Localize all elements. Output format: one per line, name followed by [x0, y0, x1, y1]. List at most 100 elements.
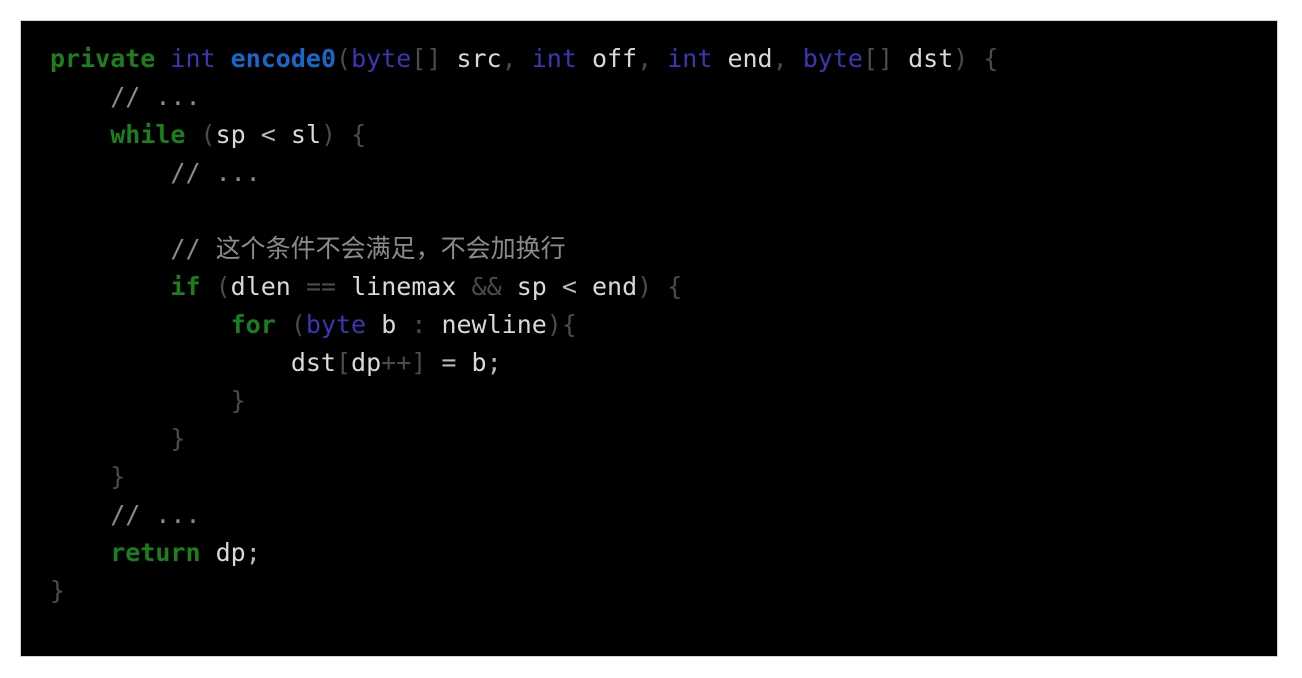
code-line: } — [21, 572, 1277, 610]
code-token-type: int — [170, 44, 216, 73]
code-token-punc: ) — [953, 44, 969, 73]
code-token-punc: , — [637, 44, 653, 73]
code-token-ws — [50, 462, 110, 491]
code-token-ws — [577, 44, 592, 73]
code-block: private int encode0(byte[] src, int off,… — [20, 20, 1278, 657]
code-token-id: dp — [215, 538, 246, 567]
code-token-op2: < — [260, 120, 276, 149]
code-token-ws — [50, 386, 231, 415]
code-token-id: sl — [290, 120, 322, 149]
code-token-ws — [788, 44, 803, 73]
code-token-id: dst — [290, 348, 336, 377]
code-token-id: dlen — [230, 272, 291, 301]
code-line: } — [21, 382, 1277, 420]
code-token-id: dp — [351, 348, 382, 377]
code-token-op2: ; — [245, 538, 261, 567]
code-token-punc: ) — [546, 310, 562, 339]
code-token-brace: { — [351, 120, 367, 149]
code-token-ws — [968, 44, 983, 73]
code-token-op2: < — [561, 272, 577, 301]
code-token-id: b — [471, 348, 487, 377]
code-line: while (sp < sl) { — [21, 116, 1277, 154]
code-token-punc: [ — [335, 348, 352, 377]
code-line: return dp; — [21, 534, 1277, 572]
code-token-brace: } — [50, 576, 66, 605]
code-token-kw: return — [110, 538, 201, 567]
code-token-kw: while — [110, 120, 186, 149]
code-line: private int encode0(byte[] src, int off,… — [21, 40, 1277, 78]
code-token-id: newline — [441, 310, 547, 339]
code-token-id: end — [727, 44, 773, 73]
code-token-ws — [201, 538, 216, 567]
code-token-id: src — [456, 44, 502, 73]
code-token-punc: ( — [200, 120, 216, 149]
code-line: for (byte b : newline){ — [21, 306, 1277, 344]
code-line: dst[dp++] = b; — [21, 344, 1277, 382]
code-token-ws — [426, 348, 441, 377]
code-token-ws — [652, 272, 667, 301]
code-token-id: sp — [215, 120, 246, 149]
code-token-fn: encode0 — [230, 44, 336, 73]
code-token-brace: { — [561, 310, 577, 339]
code-token-ws — [276, 310, 291, 339]
code-token-ws — [517, 44, 532, 73]
code-token-ws — [276, 120, 291, 149]
code-token-op2: ; — [486, 348, 502, 377]
code-token-punc: [] — [411, 44, 442, 73]
code-token-ws — [426, 310, 441, 339]
code-token-brace: } — [230, 386, 246, 415]
code-token-op: && — [471, 272, 502, 301]
code-token-punc: ( — [336, 44, 352, 73]
code-line: if (dlen == linemax && sp < end) { — [21, 268, 1277, 306]
code-token-op: ++ — [381, 348, 412, 377]
code-token-punc: , — [501, 44, 517, 73]
code-token-ws — [50, 120, 110, 149]
code-token-kw: for — [230, 310, 276, 339]
code-token-brace: { — [667, 272, 683, 301]
code-token-brace: } — [170, 424, 186, 453]
code-token-ws — [652, 44, 667, 73]
code-token-ws — [366, 310, 381, 339]
code-token-ws — [502, 272, 517, 301]
code-token-ws — [216, 44, 231, 73]
code-line: // ... — [21, 154, 1277, 192]
code-listing[interactable]: private int encode0(byte[] src, int off,… — [21, 40, 1277, 610]
code-token-id: off — [591, 44, 638, 73]
code-token-cmt: // ... — [110, 500, 201, 529]
code-token-type: byte — [802, 44, 863, 73]
code-token-ws — [577, 272, 592, 301]
code-token-id: b — [381, 310, 397, 339]
code-line: } — [21, 458, 1277, 496]
code-token-ws — [50, 82, 110, 111]
code-token-punc: , — [772, 44, 788, 73]
code-token-ws — [50, 348, 291, 377]
code-token-ws — [50, 538, 110, 567]
code-token-ws — [336, 272, 351, 301]
code-token-ws — [291, 272, 306, 301]
code-token-punc: ) — [637, 272, 653, 301]
code-token-id: end — [592, 272, 638, 301]
code-token-id: sp — [516, 272, 547, 301]
code-token-ws — [50, 234, 170, 263]
code-token-ws — [201, 272, 216, 301]
code-token-ws — [456, 272, 471, 301]
code-token-ws — [155, 44, 170, 73]
code-token-punc: [] — [862, 44, 894, 73]
code-line: // ... — [21, 496, 1277, 534]
code-token-cmt: // ... — [110, 82, 201, 111]
code-token-kw: private — [50, 44, 156, 73]
code-token-punc: ) — [321, 120, 337, 149]
code-token-ws — [50, 310, 231, 339]
code-token-brace: } — [110, 462, 126, 491]
code-token-ws — [396, 310, 411, 339]
code-token-ws — [441, 44, 456, 73]
code-token-id: dst — [908, 44, 954, 73]
code-token-punc: : — [411, 310, 427, 339]
code-token-ws — [336, 120, 351, 149]
code-token-punc: ( — [215, 272, 231, 301]
code-token-type: byte — [351, 44, 412, 73]
code-token-ws — [50, 272, 170, 301]
code-token-punc: ( — [290, 310, 306, 339]
code-token-type: byte — [305, 310, 367, 339]
code-token-ws — [547, 272, 562, 301]
